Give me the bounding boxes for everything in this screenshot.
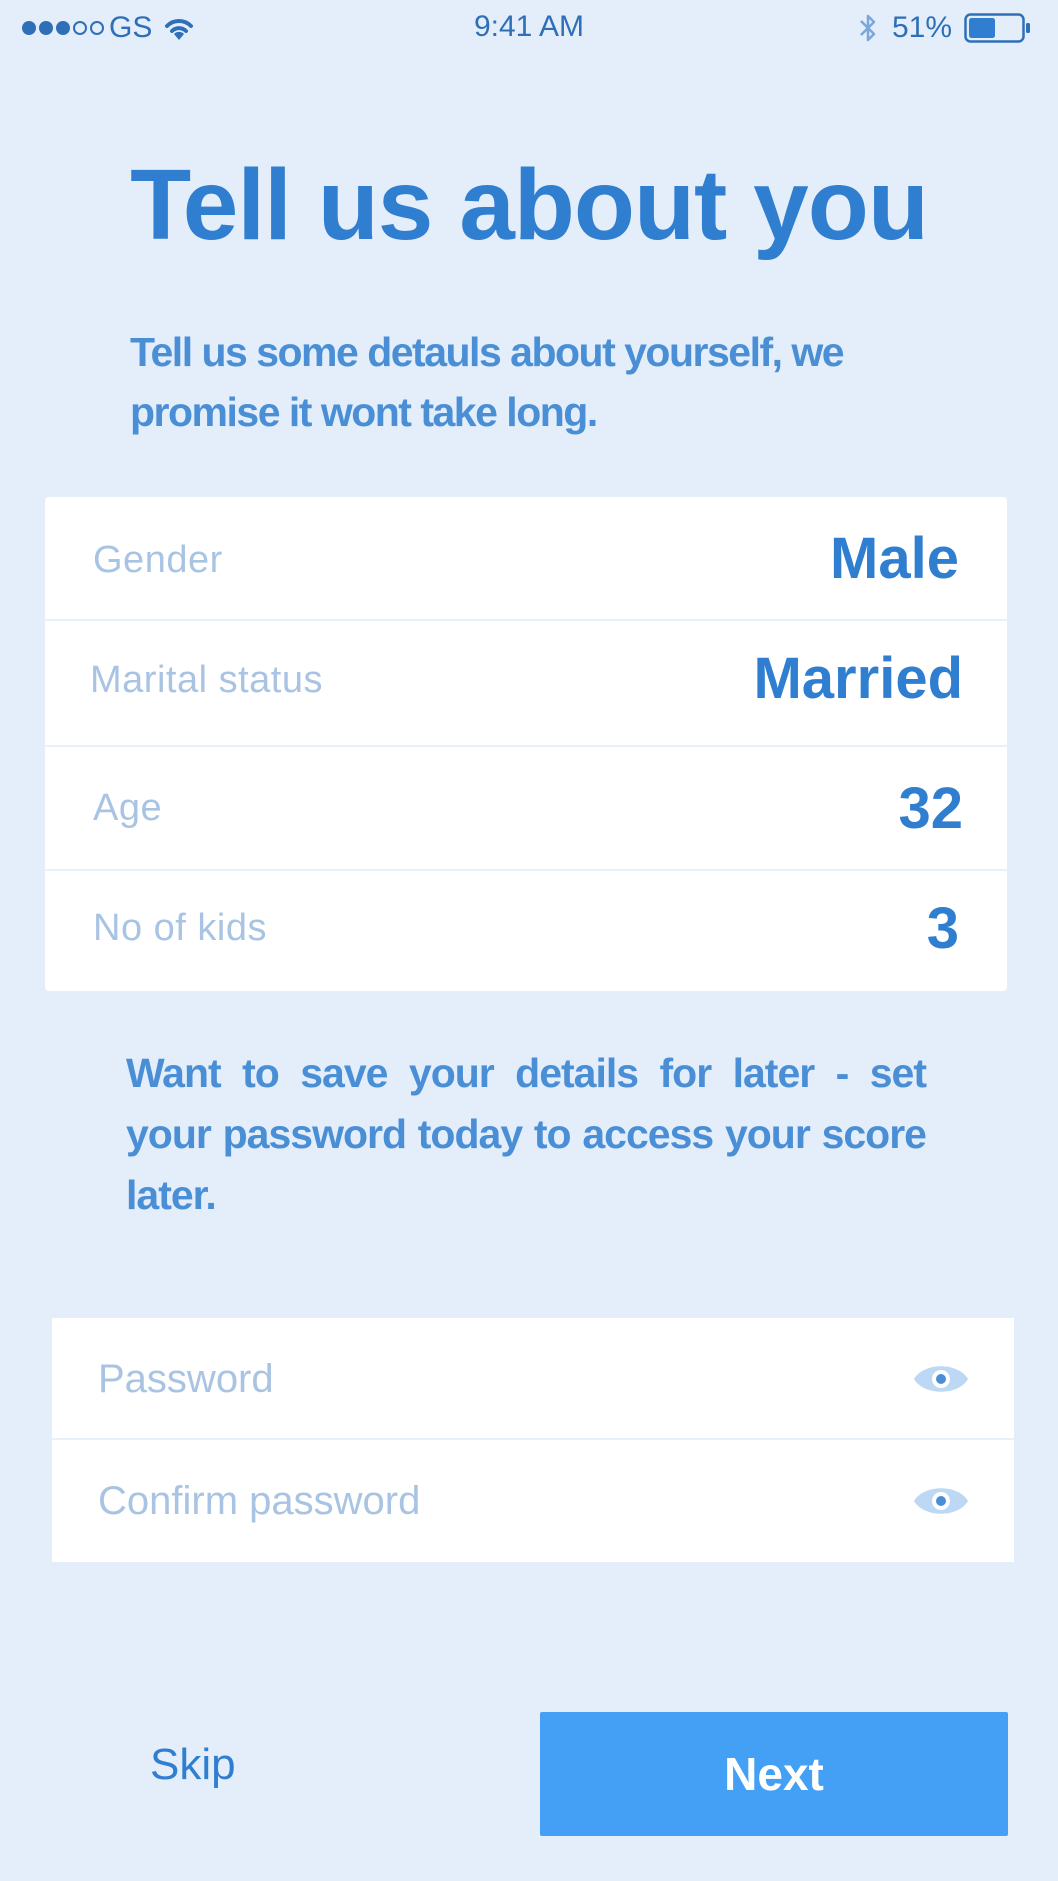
bluetooth-icon (860, 14, 876, 42)
detail-value: Married (753, 646, 963, 711)
page-title: Tell us about you (130, 149, 929, 261)
battery-percent: 51% (891, 11, 952, 44)
signup-details-screen: GS 9:41 AM 51% Tell us about you Tell us… (0, 0, 1058, 1881)
skip-button[interactable]: Skip (150, 1735, 280, 1795)
eye-icon[interactable] (912, 1360, 970, 1398)
battery-icon (964, 13, 1030, 43)
password-input[interactable] (96, 1348, 880, 1410)
confirm-password-input[interactable] (96, 1470, 880, 1532)
status-right-group: 51% (858, 12, 1032, 44)
detail-row-age[interactable]: Age 32 (45, 747, 1007, 871)
detail-label: Age (93, 787, 163, 829)
page-subtitle: Tell us some detauls about yourself, we … (130, 329, 845, 435)
detail-value: Male (830, 526, 959, 591)
password-row (52, 1318, 1014, 1440)
detail-value: 3 (926, 896, 959, 961)
detail-row-gender[interactable]: Gender Male (45, 497, 1007, 621)
detail-label: Gender (93, 539, 223, 581)
confirm-password-row (52, 1440, 1014, 1562)
details-card: Gender Male Marital status Married Age 3… (45, 497, 1007, 991)
eye-icon[interactable] (912, 1482, 970, 1520)
save-details-note: Want to save your details for later - se… (126, 1050, 927, 1218)
detail-row-marital-status[interactable]: Marital status Married (45, 621, 1007, 747)
detail-value: 32 (898, 776, 963, 841)
detail-label: No of kids (93, 907, 267, 949)
next-button[interactable]: Next (540, 1712, 1008, 1836)
status-bar: GS 9:41 AM 51% (0, 0, 1058, 56)
detail-label: Marital status (90, 659, 323, 701)
password-card (52, 1318, 1014, 1562)
detail-row-kids[interactable]: No of kids 3 (45, 871, 1007, 991)
